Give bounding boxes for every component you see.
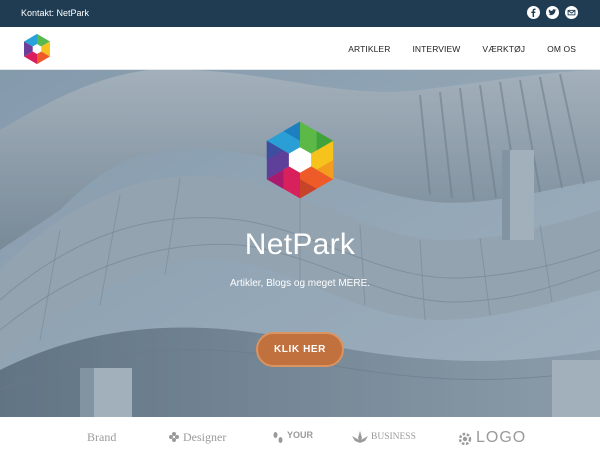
client-logo-business-text: BUSINESS <box>371 432 416 442</box>
client-logo-logo-text: LOGO <box>476 429 527 446</box>
gear-icon <box>458 432 472 446</box>
client-logo-designer[interactable]: Designer <box>168 431 226 443</box>
client-logo-brand-text: Brand <box>87 430 117 444</box>
footprints-icon <box>273 432 283 443</box>
client-logo-your[interactable]: YOUR <box>272 431 313 445</box>
client-logo-business[interactable]: BUSINESS <box>352 431 416 443</box>
facebook-icon[interactable] <box>527 6 540 19</box>
hero-section: NetPark Artikler, Blogs og meget MERE. K… <box>0 70 600 417</box>
client-logo-logo[interactable]: LOGO <box>457 429 527 447</box>
klik-her-button[interactable]: KLIK HER <box>256 332 344 367</box>
email-icon[interactable] <box>565 6 578 19</box>
main-navbar: ARTIKLER INTERVIEW VÆRKTØJ OM OS <box>0 27 600 70</box>
client-logo-strip: Brand Designer YOUR BUSINESS LOGO <box>0 417 600 450</box>
client-logo-brand[interactable]: Brand <box>87 431 116 443</box>
twitter-icon[interactable] <box>546 6 559 19</box>
flower-icon <box>169 432 179 442</box>
hero-title: NetPark <box>244 228 356 261</box>
client-logo-designer-text: Designer <box>183 430 227 444</box>
nav-item-om-os[interactable]: OM OS <box>547 44 576 54</box>
nav-item-artikler[interactable]: ARTIKLER <box>348 44 390 54</box>
contact-text: Kontakt: NetPark <box>21 8 90 18</box>
hero-tagline: Artikler, Blogs og meget MERE. <box>229 278 371 289</box>
lotus-icon <box>352 431 368 443</box>
top-contact-bar: Kontakt: NetPark <box>0 0 600 27</box>
nav-item-vaerktoej[interactable]: VÆRKTØJ <box>482 44 525 54</box>
nav-links: ARTIKLER INTERVIEW VÆRKTØJ OM OS <box>326 27 576 70</box>
social-links <box>527 6 578 19</box>
nav-item-interview[interactable]: INTERVIEW <box>412 44 460 54</box>
netpark-hero-logo-icon <box>266 121 334 199</box>
client-logo-your-text: YOUR <box>287 430 314 440</box>
netpark-logo-icon[interactable] <box>19 31 55 67</box>
